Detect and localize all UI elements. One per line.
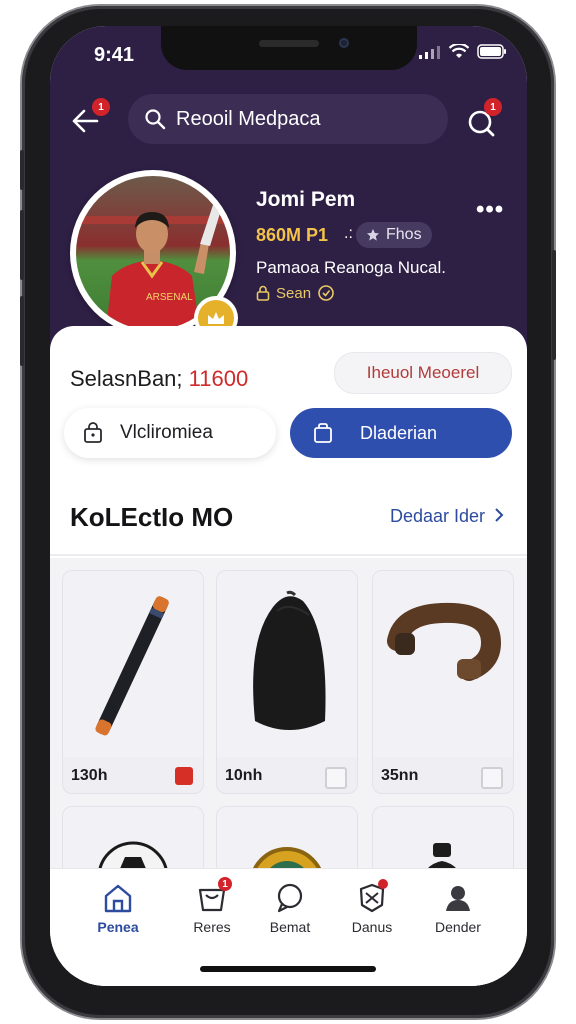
back-badge: 1 <box>92 98 110 116</box>
item-image <box>63 571 203 757</box>
tab-chat[interactable]: Bemat <box>250 881 330 941</box>
search-input[interactable]: Reooil Medpaca <box>128 94 448 144</box>
chevron-right-icon <box>495 508 504 522</box>
tab-bag-label: Reres <box>193 919 231 935</box>
volume-up-button <box>20 210 24 280</box>
app-screen: 9:41 1 Reooil Medpaca 1 ARSENAL Jomi Pem… <box>50 26 527 986</box>
search-text: Reooil Medpaca <box>176 107 321 130</box>
user-icon <box>446 886 470 911</box>
search-icon <box>145 109 166 130</box>
more-options-button[interactable]: ••• <box>476 196 504 224</box>
signal-icon <box>419 45 440 59</box>
tab-gift-label: Danus <box>351 919 393 935</box>
tab-bag-badge: 1 <box>218 877 232 891</box>
mute-switch <box>20 150 24 190</box>
chat-icon <box>277 883 303 913</box>
profile-name: Jomi Pem <box>256 188 356 211</box>
season-label: Sean <box>276 284 312 302</box>
profile-stat-separator: .: <box>344 225 353 242</box>
cart-icon <box>314 423 332 443</box>
profile-tag[interactable]: Fhos <box>356 222 432 248</box>
status-icons <box>419 44 507 59</box>
notification-button[interactable]: 1 <box>464 98 502 140</box>
crown-icon <box>208 312 224 324</box>
coin-icon <box>318 285 334 301</box>
item-price: 35nn <box>381 767 419 784</box>
item-tag-icon[interactable] <box>325 767 347 789</box>
tab-profile-label: Dender <box>435 919 481 935</box>
section-title: KoLEctIo MO <box>70 502 234 532</box>
item-price: 130h <box>71 767 108 784</box>
back-button[interactable]: 1 <box>68 98 110 138</box>
tab-bag[interactable]: 1 Reres <box>172 877 252 941</box>
tab-home[interactable]: Penea <box>78 881 158 941</box>
tab-gift-badge <box>378 879 388 889</box>
lock-icon <box>256 285 270 301</box>
status-time: 9:41 <box>94 44 135 66</box>
balance-amount: 11600 <box>188 366 249 391</box>
profile-card: SelasnBan; 11600 Iheuol Meoerel Vlclirom… <box>50 326 527 558</box>
notch <box>161 26 417 70</box>
tab-home-label: Penea <box>97 919 139 935</box>
volume-down-button <box>20 296 24 366</box>
see-all-link[interactable]: Dedaar Ider <box>390 506 504 527</box>
item-image <box>217 571 357 757</box>
item-price: 10nh <box>225 767 263 784</box>
home-icon <box>104 884 132 913</box>
primary-button-label: Dladerian <box>360 422 438 443</box>
collection-item-1[interactable]: 130h <box>62 570 204 794</box>
svg-text:ARSENAL: ARSENAL <box>146 292 193 303</box>
profile-stat: 860M P1 <box>256 225 329 245</box>
wifi-icon <box>449 44 469 58</box>
item-tag-icon[interactable] <box>175 767 193 785</box>
outline-pill-button[interactable]: Iheuol Meoerel <box>334 352 512 394</box>
see-all-label: Dedaar Ider <box>390 506 486 526</box>
collection-item-2[interactable]: 10nh <box>216 570 358 794</box>
home-indicator <box>200 966 376 972</box>
tab-profile[interactable]: Dender <box>418 881 498 941</box>
secondary-button-label: Vlcliromiea <box>120 422 213 443</box>
notification-badge: 1 <box>484 98 502 116</box>
divider <box>50 554 527 556</box>
battery-icon <box>477 44 506 59</box>
collection-item-3[interactable]: 35nn <box>372 570 514 794</box>
balance: SelasnBan; 11600 <box>70 366 248 392</box>
tab-gift[interactable]: Danus <box>332 879 412 941</box>
secondary-button[interactable]: Vlcliromiea <box>64 408 276 458</box>
star-icon <box>367 229 379 241</box>
item-image <box>373 571 513 757</box>
power-button <box>552 250 556 360</box>
season-row: Sean <box>256 284 335 302</box>
profile-tag-label: Fhos <box>386 226 422 243</box>
item-tag-icon[interactable] <box>481 767 503 789</box>
profile-description: Pamaoa Reanoga Nucal. <box>256 258 446 277</box>
balance-label: SelasnBan; <box>70 366 183 391</box>
bag-icon <box>84 422 102 443</box>
primary-button[interactable]: Dladerian <box>290 408 512 458</box>
tab-chat-label: Bemat <box>269 919 311 935</box>
